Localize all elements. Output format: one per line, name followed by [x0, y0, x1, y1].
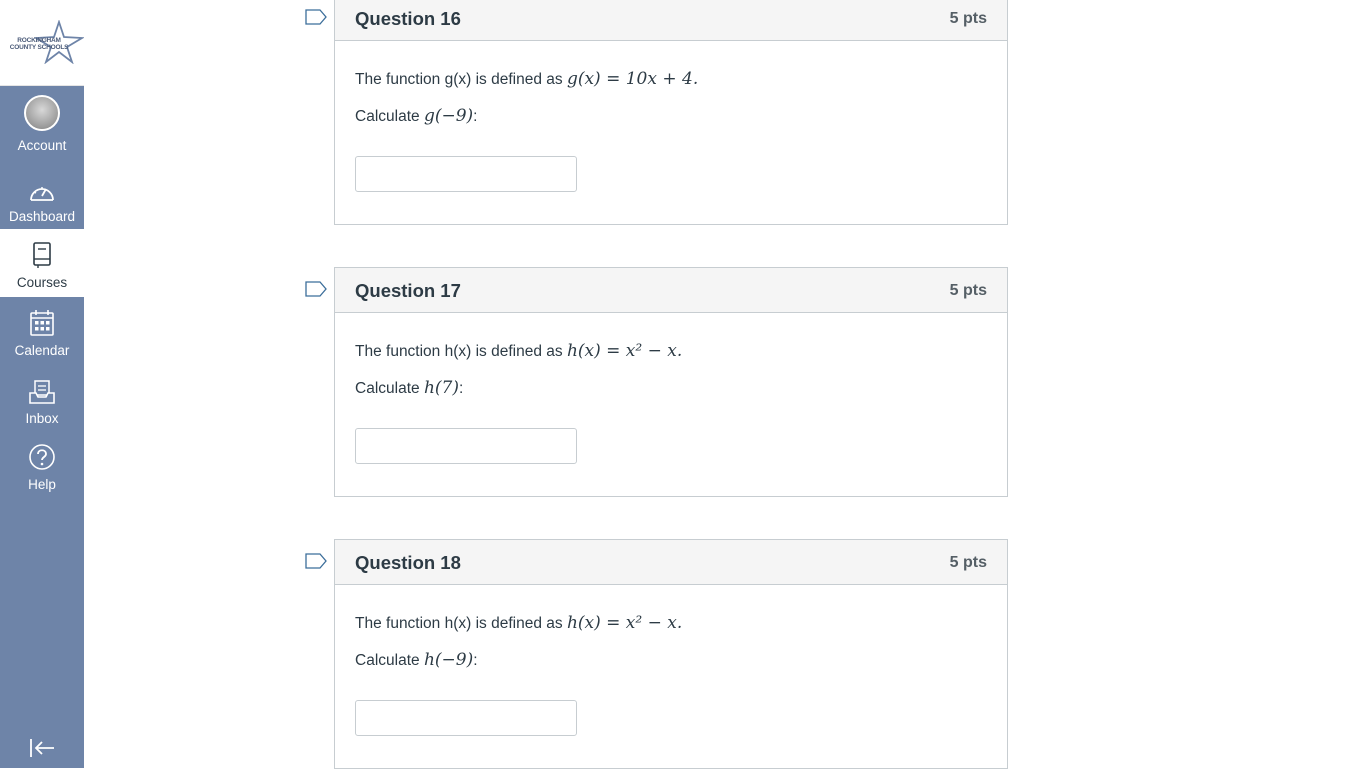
question-title: Question 17: [355, 280, 461, 301]
answer-input[interactable]: [355, 156, 577, 192]
nav-item-inbox[interactable]: Inbox: [0, 365, 84, 433]
prompt-text: The function g(x) is defined as: [355, 71, 563, 88]
calc-suffix: :: [473, 108, 478, 125]
nav-item-label: Account: [17, 138, 67, 153]
calc-text: Calculate: [355, 380, 420, 397]
dashboard-gauge-icon: [28, 169, 56, 203]
answer-input[interactable]: [355, 428, 577, 464]
help-circle-icon: [28, 437, 56, 471]
prompt-text: The function h(x) is defined as: [355, 615, 563, 632]
flag-question-icon[interactable]: [305, 553, 327, 574]
question-card: Question 16 5 pts The function g(x) is d…: [334, 0, 1008, 225]
nav-item-courses[interactable]: Courses: [0, 229, 84, 297]
collapse-nav-icon[interactable]: [28, 737, 56, 764]
question-body: The function g(x) is defined as g(x) = 1…: [335, 41, 1007, 224]
question-title: Question 18: [355, 552, 461, 573]
equation: g(x) = 10x + 4.: [566, 69, 699, 89]
inbox-icon: [28, 371, 56, 405]
school-logo[interactable]: ROCKINGHAM COUNTY SCHOOLS: [0, 0, 84, 86]
answer-input[interactable]: [355, 700, 577, 736]
calc-expression: g(−9): [423, 106, 474, 126]
calc-expression: h(7): [423, 378, 459, 398]
avatar: [24, 95, 60, 131]
flag-question-icon[interactable]: [305, 9, 327, 30]
nav-item-help[interactable]: Help: [0, 431, 84, 499]
nav-item-dashboard[interactable]: Dashboard: [0, 163, 84, 231]
courses-book-icon: [31, 235, 53, 269]
nav-item-label: Calendar: [14, 343, 70, 358]
question-prompt: The function h(x) is defined as h(x) = x…: [355, 341, 682, 361]
calc-suffix: :: [458, 380, 464, 397]
calendar-icon: [29, 303, 55, 337]
school-logo-text: ROCKINGHAM COUNTY SCHOOLS: [8, 37, 70, 51]
calc-text: Calculate: [355, 652, 420, 669]
question-card: Question 18 5 pts The function h(x) is d…: [334, 539, 1008, 769]
question-title: Question 16: [355, 8, 461, 29]
question-calc: Calculate h(7):: [355, 378, 463, 398]
global-nav: ROCKINGHAM COUNTY SCHOOLS Account Dashbo…: [0, 0, 84, 768]
prompt-text: The function h(x) is defined as: [355, 343, 563, 360]
calc-expression: h(−9): [423, 650, 474, 670]
question-calc: Calculate h(−9):: [355, 650, 478, 670]
question-points: 5 pts: [949, 282, 987, 299]
nav-item-label: Help: [28, 477, 56, 492]
question-header: Question 17 5 pts: [335, 268, 1007, 313]
question-calc: Calculate g(−9):: [355, 106, 477, 126]
calc-suffix: :: [473, 652, 478, 669]
question-prompt: The function g(x) is defined as g(x) = 1…: [355, 69, 698, 89]
nav-item-label: Dashboard: [8, 209, 76, 224]
question-points: 5 pts: [949, 554, 987, 571]
question-card: Question 17 5 pts The function h(x) is d…: [334, 267, 1008, 497]
nav-item-account[interactable]: Account: [0, 85, 84, 153]
question-body: The function h(x) is defined as h(x) = x…: [335, 585, 1007, 768]
nav-item-label: Inbox: [25, 411, 59, 426]
question-header: Question 16 5 pts: [335, 0, 1007, 41]
flag-question-icon[interactable]: [305, 281, 327, 302]
logo-line-2: COUNTY SCHOOLS: [9, 43, 69, 51]
nav-item-calendar[interactable]: Calendar: [0, 297, 84, 365]
question-header: Question 18 5 pts: [335, 540, 1007, 585]
question-body: The function h(x) is defined as h(x) = x…: [335, 313, 1007, 496]
equation: h(x) = x² − x.: [566, 613, 683, 633]
equation: h(x) = x² − x.: [566, 341, 683, 361]
nav-item-label: Courses: [16, 275, 68, 290]
calc-text: Calculate: [355, 108, 420, 125]
question-prompt: The function h(x) is defined as h(x) = x…: [355, 613, 682, 633]
question-points: 5 pts: [949, 10, 987, 27]
